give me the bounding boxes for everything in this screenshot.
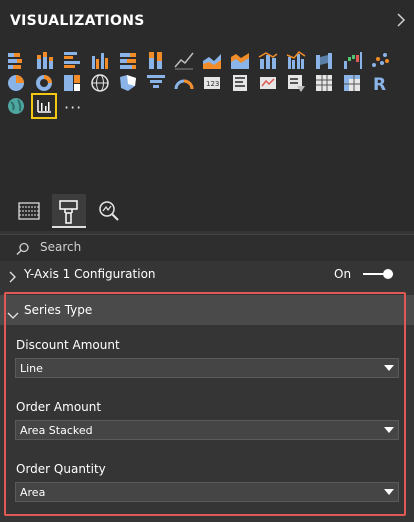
field-label-discount-amount: Discount Amount bbox=[16, 338, 120, 352]
search-input[interactable] bbox=[38, 239, 392, 255]
area-chart-icon[interactable] bbox=[201, 49, 223, 71]
order-amount-series-type-dropdown[interactable]: Area Stacked bbox=[15, 420, 399, 440]
pane-title: VISUALIZATIONS bbox=[10, 13, 145, 29]
slicer-icon[interactable] bbox=[285, 72, 307, 94]
visualizations-header: VISUALIZATIONS bbox=[0, 0, 414, 44]
r-script-visual-icon[interactable]: R bbox=[369, 72, 391, 94]
toggle-knob bbox=[383, 269, 393, 279]
chevron-right-icon bbox=[8, 268, 16, 287]
dropdown-value: Area Stacked bbox=[20, 424, 93, 437]
matrix-icon[interactable] bbox=[341, 72, 363, 94]
ribbon-chart-icon[interactable] bbox=[313, 49, 335, 71]
line-and-clustered-column-chart-icon[interactable] bbox=[285, 49, 307, 71]
table-icon[interactable] bbox=[313, 72, 335, 94]
custom-visual-icon[interactable] bbox=[31, 93, 57, 119]
globe-map-icon[interactable] bbox=[5, 95, 27, 117]
line-and-stacked-column-chart-icon[interactable] bbox=[257, 49, 279, 71]
collapse-pane-chevron-right-icon[interactable] bbox=[394, 10, 408, 30]
gauge-icon[interactable] bbox=[173, 72, 195, 94]
more-visuals-icon[interactable]: ··· bbox=[64, 98, 82, 117]
format-search-bar bbox=[0, 234, 414, 262]
svg-text:R: R bbox=[373, 75, 386, 94]
treemap-icon[interactable] bbox=[61, 72, 83, 94]
dropdown-value: Line bbox=[20, 362, 43, 375]
y-axis-configuration-section[interactable]: Y-Axis 1 Configuration On bbox=[0, 261, 414, 287]
clustered-bar-chart-icon[interactable] bbox=[61, 49, 83, 71]
line-chart-icon[interactable] bbox=[173, 49, 195, 71]
toggle-state-label: On bbox=[334, 267, 352, 281]
100-stacked-column-chart-icon[interactable] bbox=[145, 49, 167, 71]
stacked-column-chart-icon[interactable] bbox=[33, 49, 55, 71]
100-stacked-bar-chart-icon[interactable] bbox=[117, 49, 139, 71]
kpi-icon[interactable] bbox=[257, 72, 279, 94]
series-type-label: Series Type bbox=[24, 303, 93, 317]
fields-tab-icon[interactable] bbox=[12, 194, 46, 228]
chevron-down-icon bbox=[7, 305, 19, 324]
visual-gallery: 123 R ··· bbox=[0, 44, 414, 190]
waterfall-chart-icon[interactable] bbox=[341, 49, 363, 71]
pane-tabs bbox=[0, 190, 414, 231]
format-paint-roller-icon[interactable] bbox=[52, 194, 86, 228]
field-label-order-quantity: Order Quantity bbox=[16, 462, 106, 476]
dropdown-arrow-icon bbox=[384, 427, 394, 433]
search-icon bbox=[16, 241, 30, 260]
y-axis-section-label: Y-Axis 1 Configuration bbox=[24, 267, 156, 281]
stacked-area-chart-icon[interactable] bbox=[229, 49, 251, 71]
stacked-bar-chart-icon[interactable] bbox=[5, 49, 27, 71]
discount-amount-series-type-dropdown[interactable]: Line bbox=[15, 358, 399, 378]
svg-text:123: 123 bbox=[206, 80, 219, 88]
donut-chart-icon[interactable] bbox=[33, 72, 55, 94]
filled-map-icon[interactable] bbox=[117, 72, 139, 94]
dropdown-arrow-icon bbox=[384, 489, 394, 495]
series-type-section[interactable]: Series Type bbox=[0, 295, 414, 325]
pie-chart-icon[interactable] bbox=[5, 72, 27, 94]
clustered-column-chart-icon[interactable] bbox=[89, 49, 111, 71]
field-label-order-amount: Order Amount bbox=[16, 400, 102, 414]
dropdown-arrow-icon bbox=[384, 365, 394, 371]
y-axis-toggle[interactable] bbox=[363, 269, 393, 279]
funnel-chart-icon[interactable] bbox=[145, 72, 167, 94]
order-quantity-series-type-dropdown[interactable]: Area bbox=[15, 482, 399, 502]
map-icon[interactable] bbox=[89, 72, 111, 94]
dropdown-value: Area bbox=[20, 486, 46, 499]
card-icon[interactable]: 123 bbox=[201, 72, 223, 94]
analytics-magnifier-icon[interactable] bbox=[92, 194, 126, 228]
multi-row-card-icon[interactable] bbox=[229, 72, 251, 94]
scatter-chart-icon[interactable] bbox=[369, 49, 391, 71]
